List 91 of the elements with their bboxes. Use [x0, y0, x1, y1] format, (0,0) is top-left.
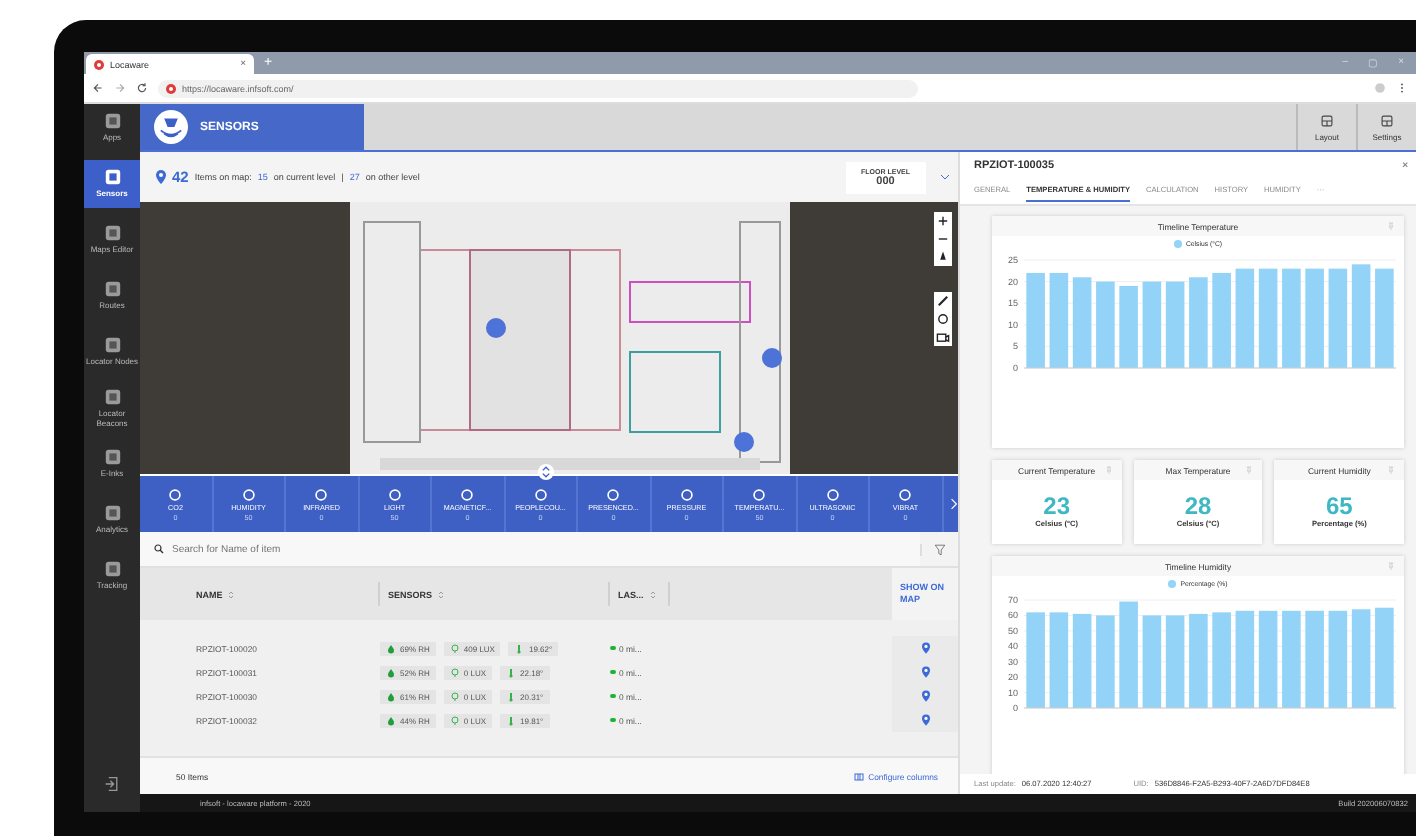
bar	[1096, 615, 1115, 708]
location-pin-icon	[156, 170, 166, 184]
stat-value: 65	[1326, 492, 1353, 520]
site-logo-icon	[166, 83, 176, 93]
camera-icon[interactable]	[936, 330, 950, 344]
bar	[1142, 615, 1162, 708]
ring-icon	[533, 487, 548, 501]
bar	[1049, 272, 1069, 368]
ring-icon	[241, 487, 256, 501]
square-icon	[103, 280, 121, 299]
layout-icon	[1380, 113, 1394, 127]
bar	[1328, 268, 1348, 368]
next-icon[interactable]	[949, 498, 957, 510]
thermometer-icon	[506, 691, 517, 701]
bar	[1026, 272, 1045, 368]
ring-icon	[752, 487, 767, 501]
drop-icon	[386, 691, 396, 701]
bar	[1328, 610, 1348, 708]
bar	[1072, 277, 1092, 368]
bar	[1351, 609, 1371, 708]
bulb-icon	[449, 691, 460, 701]
bar	[1375, 268, 1394, 368]
ring-icon	[679, 487, 694, 501]
bar	[1165, 281, 1185, 368]
ring-icon	[387, 487, 402, 501]
thermometer-icon	[506, 715, 517, 725]
bulb-icon	[449, 715, 460, 725]
ring-icon	[314, 487, 329, 501]
bar	[1375, 607, 1394, 708]
bar	[1235, 610, 1255, 708]
bar	[1258, 610, 1278, 708]
bar	[1282, 610, 1301, 708]
ring-icon	[825, 487, 840, 501]
bar	[1351, 264, 1371, 368]
bar	[1096, 281, 1115, 368]
drop-icon	[386, 667, 396, 677]
location-pin-icon[interactable]	[921, 666, 929, 678]
bar	[1026, 612, 1045, 708]
bar	[1049, 612, 1069, 708]
square-icon	[103, 560, 121, 579]
bar	[1235, 268, 1255, 368]
square-icon	[103, 224, 121, 243]
logout-icon[interactable]	[104, 776, 120, 792]
location-pin-icon[interactable]	[921, 714, 929, 726]
square-icon	[103, 168, 121, 187]
ruler-icon[interactable]	[936, 294, 950, 308]
layout-icon	[1320, 113, 1334, 127]
bar	[1305, 610, 1324, 708]
location-pin-icon[interactable]	[921, 642, 929, 654]
reload-icon[interactable]	[136, 82, 148, 94]
stat-value: 23	[1043, 492, 1071, 520]
ring-icon	[168, 487, 183, 501]
bar	[1165, 615, 1185, 708]
bar	[1142, 281, 1162, 368]
bar	[1072, 613, 1092, 708]
stat-value: 28	[1184, 492, 1212, 520]
bar	[1189, 613, 1208, 708]
back-icon[interactable]	[92, 82, 104, 94]
square-icon	[103, 504, 121, 523]
bar	[1258, 268, 1278, 368]
drop-icon	[386, 715, 396, 725]
bar	[1212, 272, 1231, 368]
thermometer-icon	[506, 667, 517, 677]
legend-dot	[1168, 580, 1177, 588]
thermometer-icon	[514, 643, 525, 653]
target-icon[interactable]	[936, 312, 950, 326]
ring-icon	[460, 487, 475, 501]
square-icon	[103, 448, 121, 467]
square-icon	[103, 112, 121, 131]
zoom-in-icon[interactable]	[936, 214, 950, 228]
location-pin-icon[interactable]	[921, 690, 929, 702]
sensor-icon	[154, 110, 188, 144]
columns-icon	[854, 771, 865, 781]
bar	[1189, 277, 1208, 368]
square-icon	[103, 388, 121, 407]
bar	[1282, 268, 1301, 368]
bar	[1212, 612, 1231, 708]
bar	[1119, 285, 1138, 368]
chevron-down-icon[interactable]	[940, 174, 950, 180]
bar	[1119, 601, 1138, 708]
bulb-icon	[449, 667, 460, 677]
bar	[1305, 268, 1324, 368]
compass-icon[interactable]	[936, 250, 950, 264]
ring-icon	[898, 487, 913, 501]
bulb-icon	[449, 643, 460, 653]
ring-icon	[606, 487, 621, 501]
drop-icon	[386, 643, 396, 653]
app-logo-icon	[94, 59, 104, 69]
legend-dot	[1173, 240, 1182, 248]
zoom-out-icon[interactable]	[936, 232, 950, 246]
square-icon	[103, 336, 121, 355]
